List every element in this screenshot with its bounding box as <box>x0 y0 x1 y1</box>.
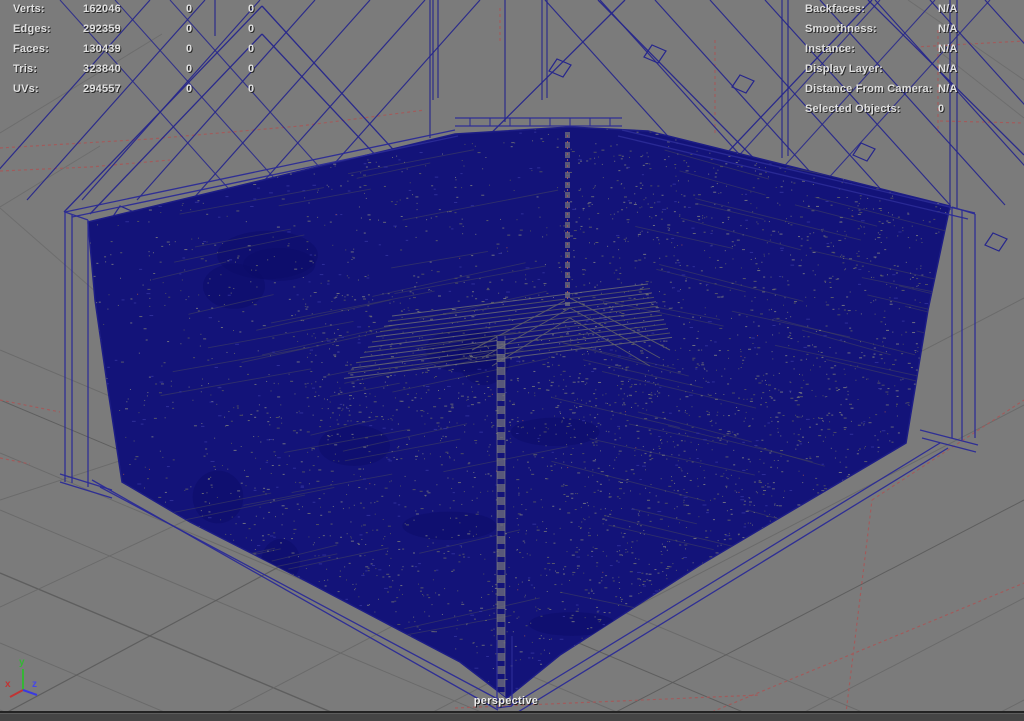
polycount-col3: 0 <box>248 23 254 35</box>
object-detail-label: Instance: <box>805 43 855 55</box>
object-detail-value: 0 <box>938 103 944 115</box>
object-detail-label: Smoothness: <box>805 23 877 35</box>
object-detail-row: Backfaces: N/A <box>805 3 1020 23</box>
axis-gizmo: y x z <box>5 657 37 697</box>
window-bottom-bar <box>0 711 1024 721</box>
object-detail-label: Selected Objects: <box>805 103 901 115</box>
object-detail-label: Display Layer: <box>805 63 883 75</box>
object-detail-row: Distance From Camera: N/A <box>805 83 1020 103</box>
object-detail-row: Instance: N/A <box>805 43 1020 63</box>
polycount-col2: 0 <box>186 3 192 15</box>
polycount-label: Verts: <box>13 3 45 15</box>
polycount-label: UVs: <box>13 83 39 95</box>
polycount-label: Tris: <box>13 63 37 75</box>
polycount-col2: 0 <box>186 63 192 75</box>
polycount-total: 130439 <box>83 43 121 55</box>
y-axis-label: y <box>19 657 25 668</box>
polycount-col2: 0 <box>186 23 192 35</box>
object-detail-label: Distance From Camera: <box>805 83 933 95</box>
polycount-row: Faces: 130439 0 0 <box>13 43 313 63</box>
polycount-col2: 0 <box>186 43 192 55</box>
polycount-total: 323840 <box>83 63 121 75</box>
object-details-hud: Backfaces:N/ASmoothness:N/AInstance:N/AD… <box>805 3 1020 123</box>
object-detail-label: Backfaces: <box>805 3 865 15</box>
polycount-total: 292359 <box>83 23 121 35</box>
polycount-label: Faces: <box>13 43 49 55</box>
object-detail-row: Smoothness: N/A <box>805 23 1020 43</box>
object-detail-row: Selected Objects: 0 <box>805 103 1020 123</box>
x-axis-line <box>10 690 23 697</box>
polycount-total: 162046 <box>83 3 121 15</box>
object-detail-value: N/A <box>938 83 958 95</box>
x-axis-label: x <box>5 679 11 690</box>
polycount-col2: 0 <box>186 83 192 95</box>
object-detail-value: N/A <box>938 43 958 55</box>
polycount-row: UVs: 294557 0 0 <box>13 83 313 103</box>
polycount-col3: 0 <box>248 43 254 55</box>
object-detail-value: N/A <box>938 63 958 75</box>
z-axis-label: z <box>32 679 37 690</box>
polycount-row: Verts: 162046 0 0 <box>13 3 313 23</box>
polycount-label: Edges: <box>13 23 51 35</box>
object-detail-value: N/A <box>938 23 958 35</box>
polycount-total: 294557 <box>83 83 121 95</box>
polycount-row: Tris: 323840 0 0 <box>13 63 313 83</box>
polycount-row: Edges: 292359 0 0 <box>13 23 313 43</box>
viewport-panel: y x z Verts:16204600Edges:29235900Faces:… <box>0 0 1024 721</box>
polycount-col3: 0 <box>248 83 254 95</box>
polycount-col3: 0 <box>248 3 254 15</box>
camera-name-label: perspective <box>420 695 592 707</box>
polycount-col3: 0 <box>248 63 254 75</box>
polycount-hud: Verts: 162046 0 0 Edges: 292359 0 0 Faces: 130439… <box>13 3 313 103</box>
object-detail-value: N/A <box>938 3 958 15</box>
z-axis-line <box>23 690 37 695</box>
object-detail-row: Display Layer: N/A <box>805 63 1020 83</box>
